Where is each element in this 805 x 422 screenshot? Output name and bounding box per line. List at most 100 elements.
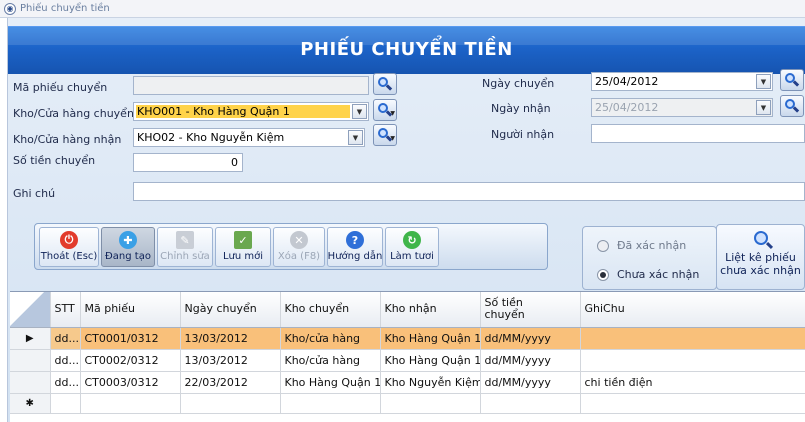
table-row[interactable]: dd... CT0002/0312 13/03/2012 Kho/cửa hàn… [10,349,805,372]
radio-unconfirmed-circle[interactable] [597,268,609,281]
transfer-form: PHIẾU CHUYỂN TIỀN Mã phiếu chuyển Kho/Cử… [8,18,805,422]
cell-so-tien[interactable]: dd/MM/yyyy [480,349,581,372]
cell-new[interactable] [280,393,381,414]
search-icon [785,73,795,83]
cell-ma-phieu[interactable]: CT0003/0312 [80,371,181,394]
search-icon [785,99,795,109]
cell-kho-nhan[interactable]: Kho Nguyễn Kiệm [380,371,481,394]
ngay-chuyen-search-button[interactable] [780,69,804,91]
kho-chuyen-select[interactable]: KHO001 - Kho Hàng Quận 1 ▼ [133,102,369,121]
dropdown-arrow-icon: ▼ [390,135,395,142]
cell-kho-chuyen[interactable]: Kho/cửa hàng [280,349,381,372]
cell-ghichu[interactable] [580,349,805,372]
ngay-chuyen-label: Ngày chuyển [482,77,555,90]
cell-stt[interactable]: dd... [50,349,81,372]
radio-confirmed-circle[interactable] [597,239,609,252]
chevron-down-icon[interactable]: ▼ [756,74,771,89]
delete-button[interactable]: ✕ Xóa (F8) [273,227,325,267]
grid-corner[interactable] [10,292,51,328]
cell-new[interactable] [580,393,805,414]
cell-ghichu[interactable] [580,327,805,350]
ghi-chu-label: Ghi chú [13,187,56,200]
cell-kho-chuyen[interactable]: Kho/cửa hàng [280,327,381,350]
cell-new[interactable] [80,393,181,414]
exit-button[interactable]: ⏻ Thoát (Esc) [39,227,99,267]
page-title: PHIẾU CHUYỂN TIỀN [300,39,513,60]
edit-button[interactable]: ✎ Chỉnh sửa [157,227,213,267]
cell-kho-nhan[interactable]: Kho Hàng Quận 1 [380,327,481,350]
cell-ghichu[interactable]: chi tiền điện [580,371,805,394]
ma-phieu-search-button[interactable] [373,73,397,95]
cell-kho-nhan[interactable]: Kho Hàng Quận 1 [380,349,481,372]
transfer-grid: STT Mã phiếu Ngày chuyển Kho chuyển Kho … [10,291,805,422]
cell-ma-phieu[interactable]: CT0001/0312 [80,327,181,350]
ngay-chuyen-date[interactable]: 25/04/2012 ▼ [591,72,773,91]
refresh-icon: ↻ [403,231,421,249]
cell-so-tien[interactable]: dd/MM/yyyy [480,327,581,350]
creating-button[interactable]: ✚ Đang tạo [101,227,155,267]
cell-new[interactable] [480,393,581,414]
chevron-down-icon[interactable]: ▼ [352,104,367,119]
ngay-nhan-search-button[interactable] [780,95,804,117]
cell-ma-phieu[interactable]: CT0002/0312 [80,349,181,372]
ghi-chu-input[interactable] [133,182,805,201]
radio-unconfirmed[interactable]: Chưa xác nhận [597,268,699,281]
table-row[interactable]: dd... CT0003/0312 22/03/2012 Kho Hàng Qu… [10,371,805,394]
so-tien-input[interactable]: 0 [133,153,243,172]
ngay-nhan-date[interactable]: 25/04/2012 ▼ [591,98,773,117]
new-row[interactable]: ✱ [10,393,805,414]
cell-new[interactable] [180,393,281,414]
cell-new[interactable] [50,393,81,414]
refresh-button[interactable]: ↻ Làm tươi [385,227,439,267]
ngay-nhan-label: Ngày nhận [491,102,551,115]
cell-ngay-chuyen[interactable]: 22/03/2012 [180,371,281,394]
col-header-ma-phieu[interactable]: Mã phiếu [80,292,181,328]
so-tien-label: Số tiền chuyển [13,154,96,167]
row-marker[interactable] [10,349,51,372]
window-titlebar: ◉ Phiếu chuyển tiền [0,0,805,18]
list-unconfirmed-button[interactable]: Liệt kê phiếu chưa xác nhận [716,224,805,290]
kho-nhan-search-button[interactable]: ▼ [373,124,397,146]
ma-phieu-input[interactable] [133,76,369,95]
banner: PHIẾU CHUYỂN TIỀN [8,26,805,74]
ngay-chuyen-value: 25/04/2012 [595,75,659,88]
table-row[interactable]: ▶ dd... CT0001/0312 13/03/2012 Kho/cửa h… [10,327,805,350]
kho-chuyen-search-button[interactable]: ▼ [373,99,397,121]
cell-stt[interactable]: dd... [50,371,81,394]
list-button-line2: chưa xác nhận [720,264,801,277]
nguoi-nhan-label: Người nhận [491,128,555,141]
chevron-down-icon[interactable]: ▼ [756,100,771,115]
col-header-kho-chuyen[interactable]: Kho chuyển [280,292,381,328]
edit-icon: ✎ [176,231,194,249]
kho-nhan-select[interactable]: KHO02 - Kho Nguyễn Kiệm ▼ [133,128,365,147]
kho-chuyen-value: KHO001 - Kho Hàng Quận 1 [136,105,350,118]
cell-new[interactable] [380,393,481,414]
cell-so-tien[interactable]: dd/MM/yyyy [480,371,581,394]
chevron-down-icon[interactable]: ▼ [348,130,363,145]
row-marker[interactable] [10,371,51,394]
dropdown-arrow-icon: ▼ [390,110,395,117]
power-icon: ⏻ [60,231,78,249]
delete-icon: ✕ [290,231,308,249]
app-icon: ◉ [4,2,16,15]
window-title: Phiếu chuyển tiền [20,3,110,14]
save-new-button[interactable]: ✓ Lưu mới [215,227,271,267]
row-marker-new[interactable]: ✱ [10,393,51,414]
col-header-stt[interactable]: STT [50,292,81,328]
col-header-kho-nhan[interactable]: Kho nhận [380,292,481,328]
cell-ngay-chuyen[interactable]: 13/03/2012 [180,327,281,350]
help-button[interactable]: ? Hướng dẫn [327,227,383,267]
globe-icon: ✚ [119,231,137,249]
radio-confirmed[interactable]: Đã xác nhận [597,239,686,252]
col-header-so-tien[interactable]: Số tiền chuyển [480,292,581,328]
kho-chuyen-label: Kho/Cửa hàng chuyển [13,107,134,120]
row-marker-current[interactable]: ▶ [10,327,51,350]
nguoi-nhan-input[interactable] [591,124,805,143]
col-header-ngay-chuyen[interactable]: Ngày chuyển [180,292,281,328]
cell-stt[interactable]: dd... [50,327,81,350]
left-edge-panel [0,18,8,422]
save-icon: ✓ [234,231,252,249]
col-header-ghichu[interactable]: GhiChu [580,292,805,328]
cell-ngay-chuyen[interactable]: 13/03/2012 [180,349,281,372]
cell-kho-chuyen[interactable]: Kho Hàng Quận 1 [280,371,381,394]
